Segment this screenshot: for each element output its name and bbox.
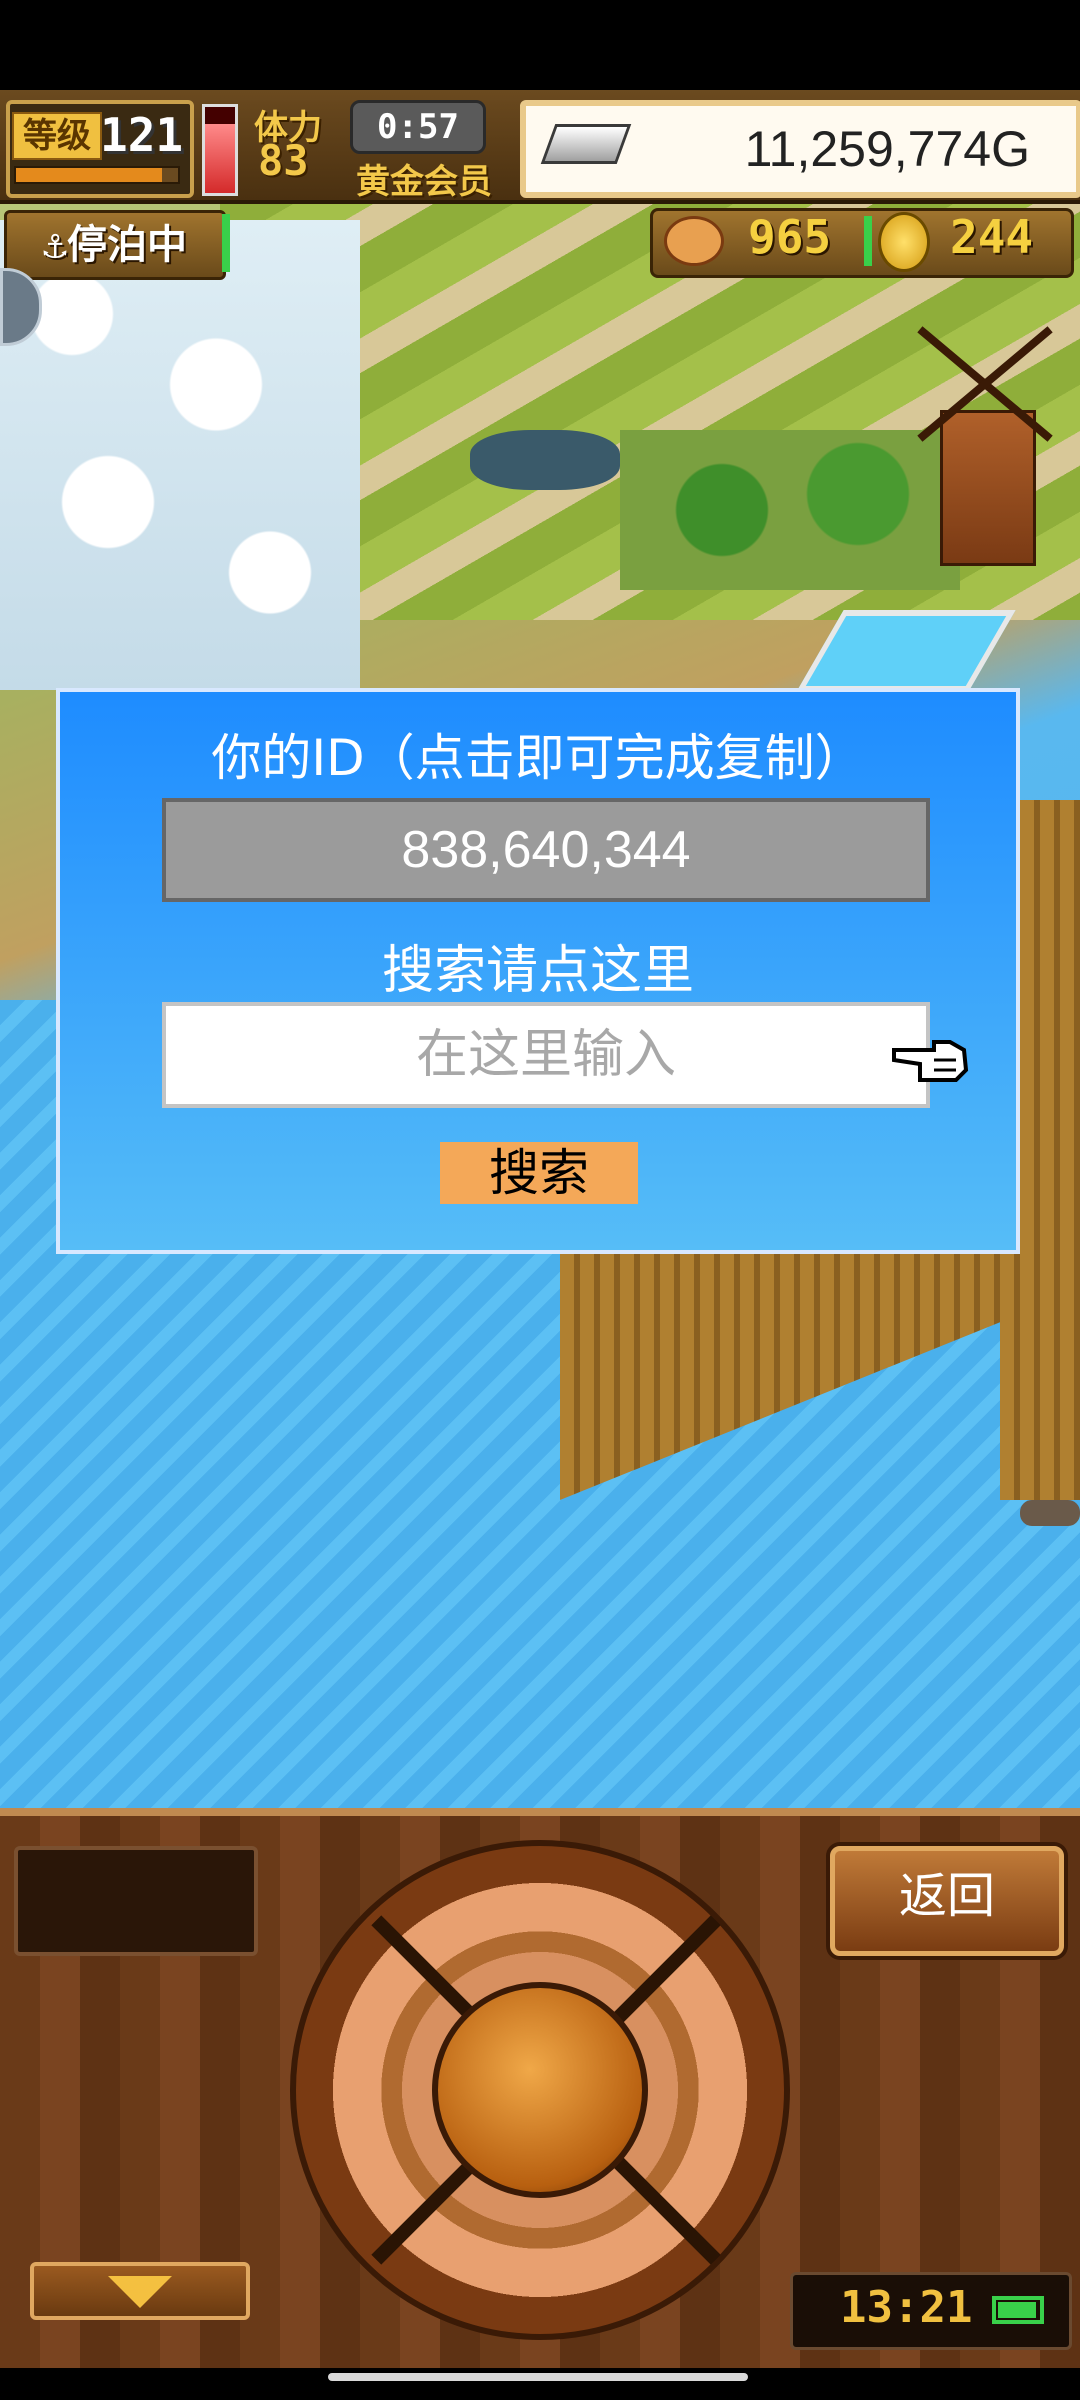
dialog-title: 你的ID（点击即可完成复制） bbox=[211, 729, 865, 787]
stamina-value: 83 bbox=[258, 136, 309, 185]
stamina-gauge-fill bbox=[205, 124, 235, 193]
search-hint: 搜索请点这里 bbox=[381, 941, 694, 1001]
snowy-forest bbox=[0, 220, 360, 690]
experience-bar-fill bbox=[16, 168, 162, 182]
resources-divider bbox=[864, 216, 872, 266]
player-id-copy-box[interactable]: 838,640,344 bbox=[162, 798, 930, 902]
cannon bbox=[1020, 1500, 1080, 1526]
docked-indicator bbox=[222, 214, 230, 272]
battery-fill bbox=[998, 2302, 1036, 2318]
coin-value: 244 bbox=[950, 210, 1034, 264]
dpad-center-button[interactable] bbox=[432, 1982, 648, 2198]
silver-ingot-icon bbox=[540, 124, 632, 164]
back-button[interactable]: 返回 bbox=[830, 1846, 1064, 1956]
gold-member-label: 黄金会员 bbox=[356, 162, 492, 202]
search-button[interactable]: 搜索 bbox=[440, 1142, 638, 1204]
meat-icon bbox=[664, 216, 724, 266]
down-arrow-icon bbox=[108, 2276, 172, 2308]
info-slot bbox=[14, 1846, 258, 1956]
windmill bbox=[940, 410, 1036, 566]
stamina-gauge bbox=[202, 104, 238, 196]
orchard bbox=[620, 430, 960, 590]
docked-status-badge: ⚓停泊中 bbox=[4, 210, 226, 280]
food-value: 965 bbox=[748, 210, 832, 264]
pond bbox=[470, 430, 620, 490]
home-indicator[interactable] bbox=[328, 2373, 748, 2381]
search-id-input[interactable] bbox=[162, 1002, 930, 1108]
pointing-hand-icon bbox=[892, 1040, 969, 1082]
level-value: 121 bbox=[100, 108, 184, 162]
stamina-timer: 0:57 bbox=[350, 100, 486, 154]
level-label: 等级 bbox=[12, 112, 102, 160]
clock-time: 13:21 bbox=[840, 2282, 973, 2333]
money-value: 11,259,774G bbox=[744, 121, 1030, 177]
gold-coin-icon bbox=[878, 212, 930, 272]
